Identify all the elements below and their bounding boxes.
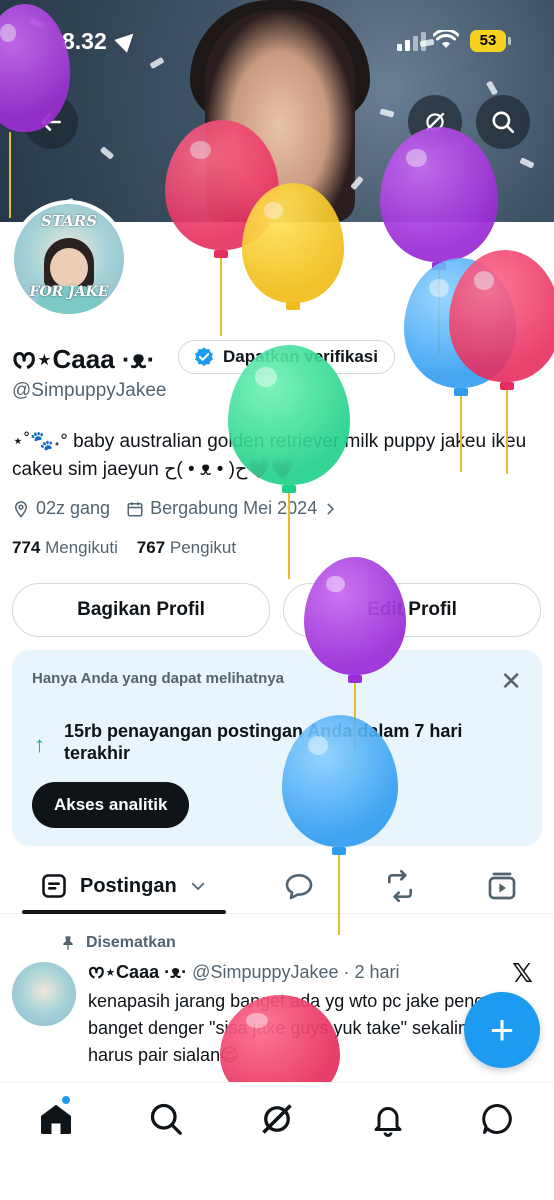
chevron-down-icon bbox=[191, 882, 204, 891]
post-author: ᰔ⋆Caaa ·ᴥ· bbox=[88, 962, 188, 982]
avatar-text-bottom: FOR JAKE bbox=[29, 284, 109, 300]
post-header: ᰔ⋆Caaa ·ᴥ· @SimpuppyJakee · 2 hari bbox=[88, 960, 400, 987]
post-handle-time: @SimpuppyJakee · 2 hari bbox=[192, 962, 400, 982]
close-icon[interactable]: ✕ bbox=[500, 666, 522, 697]
follow-stats: 774 Mengikuti 767 Pengikut bbox=[12, 538, 236, 558]
compose-post-button[interactable]: + bbox=[464, 992, 540, 1068]
posts-tab-icon bbox=[42, 874, 66, 898]
profile-handle: @SimpuppyJakee bbox=[12, 380, 167, 401]
media-icon[interactable] bbox=[486, 870, 518, 902]
wifi-icon bbox=[433, 30, 459, 48]
search-button[interactable] bbox=[476, 95, 530, 149]
home-unread-dot bbox=[62, 1096, 70, 1104]
balloon-yellow bbox=[242, 183, 344, 303]
bottom-navigation bbox=[0, 1082, 554, 1200]
following-count: 774 bbox=[12, 538, 41, 557]
pinned-label: Disematkan bbox=[86, 934, 176, 951]
verified-badge-icon bbox=[195, 347, 213, 367]
arrow-up-icon: ↑ bbox=[34, 732, 45, 757]
share-profile-button[interactable]: Bagikan Profil bbox=[12, 583, 270, 637]
pin-icon bbox=[63, 936, 73, 950]
search-icon bbox=[492, 111, 515, 134]
post-avatar[interactable] bbox=[12, 962, 76, 1026]
profile-name: ᰔ⋆Caaa ·ᴥ· bbox=[12, 344, 156, 374]
chevron-right-icon bbox=[327, 503, 335, 514]
joined-text: Bergabung Mei 2024 bbox=[150, 498, 318, 518]
balloon-purple-right bbox=[380, 127, 498, 262]
repost-icon[interactable] bbox=[384, 870, 416, 902]
active-tab-indicator bbox=[22, 910, 226, 914]
search-icon[interactable] bbox=[148, 1101, 184, 1137]
x-logo-icon: 𝕏 bbox=[512, 958, 533, 988]
analytics-card: Hanya Anda yang dapat melihatnya ✕ ↑ 15r… bbox=[12, 650, 542, 846]
reply-icon[interactable] bbox=[283, 870, 315, 902]
balloon-green bbox=[228, 345, 350, 485]
plus-icon: + bbox=[489, 1006, 515, 1053]
analytics-card-header: Hanya Anda yang dapat melihatnya bbox=[32, 670, 285, 687]
tab-posts[interactable]: Postingan bbox=[40, 872, 207, 900]
messages-icon[interactable] bbox=[480, 1101, 516, 1137]
notification-icon[interactable] bbox=[370, 1101, 406, 1137]
profile-location: 02z gang bbox=[12, 498, 110, 519]
signal-icon bbox=[397, 32, 426, 51]
following-link[interactable]: 774 Mengikuti bbox=[12, 538, 118, 557]
balloon-blue-center bbox=[282, 715, 398, 847]
followers-label: Pengikut bbox=[169, 538, 237, 557]
location-icon bbox=[14, 500, 28, 518]
home-icon[interactable] bbox=[38, 1101, 74, 1137]
balloon-purple-center bbox=[304, 557, 406, 675]
battery-indicator: 53 bbox=[470, 30, 511, 52]
profile-avatar[interactable]: STARS FOR JAKE bbox=[10, 200, 128, 318]
location-arrow-icon bbox=[114, 27, 140, 53]
followers-count: 767 bbox=[136, 538, 166, 557]
tab-posts-label: Postingan bbox=[80, 874, 177, 897]
profile-tabs: Postingan bbox=[0, 858, 554, 914]
avatar-text-top: STARS bbox=[40, 212, 98, 230]
profile-joined[interactable]: Bergabung Mei 2024 bbox=[126, 498, 337, 519]
following-label: Mengikuti bbox=[45, 538, 118, 557]
status-bar: 8.32 53 bbox=[0, 0, 554, 80]
grok-icon[interactable] bbox=[259, 1101, 295, 1137]
analytics-button[interactable]: Akses analitik bbox=[32, 782, 190, 828]
analytics-views-text: 15rb penayangan postingan Anda dalam 7 h… bbox=[64, 721, 463, 763]
status-time: 8.32 bbox=[62, 28, 107, 54]
calendar-icon bbox=[127, 501, 143, 516]
pinned-indicator: Disematkan bbox=[60, 934, 176, 952]
followers-link[interactable]: 767 Pengikut bbox=[137, 538, 236, 557]
location-text: 02z gang bbox=[36, 498, 111, 518]
